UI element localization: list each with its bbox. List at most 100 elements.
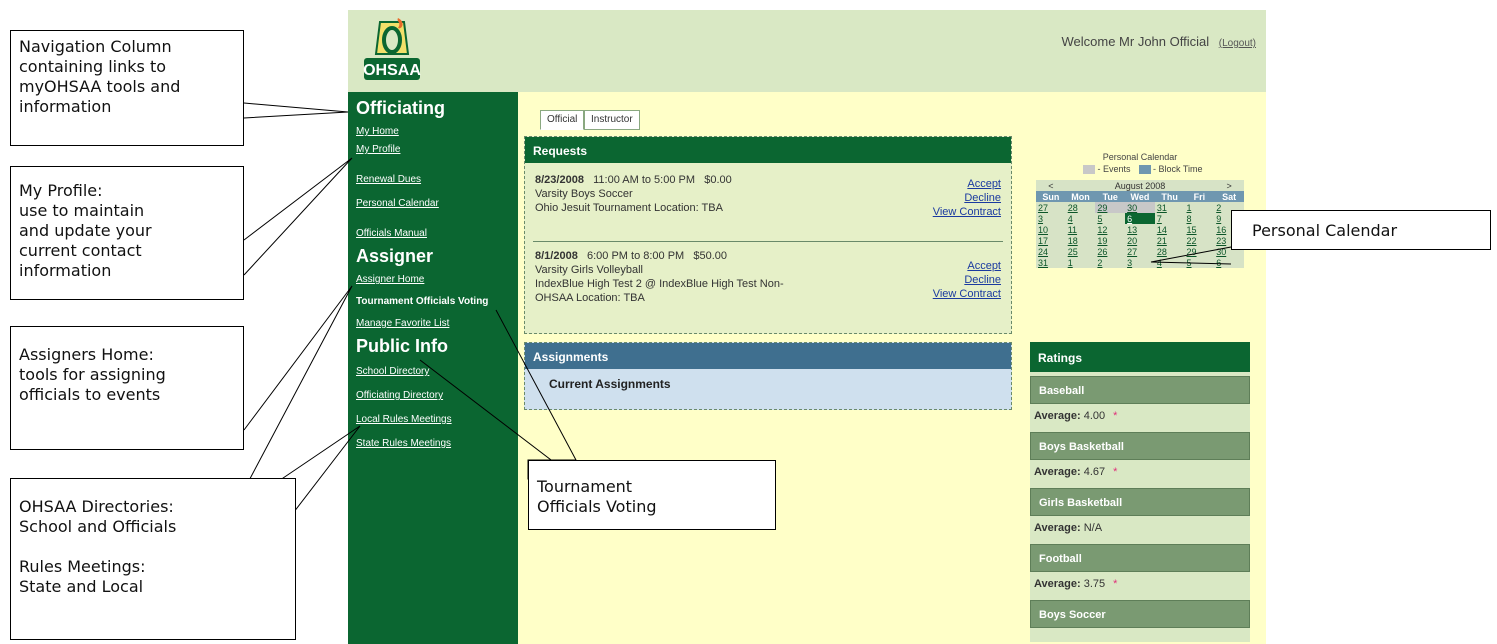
rating-sport-header: Girls Basketball [1030,488,1250,516]
calendar-day[interactable]: 25 [1066,246,1096,257]
legend-block-swatch [1139,165,1151,175]
calendar-day-event[interactable]: 30 [1125,202,1155,213]
callout-directories: OHSAA Directories: School and Officials … [10,478,296,640]
calendar-day[interactable]: 11 [1066,224,1096,235]
calendar-day[interactable]: 1 [1185,202,1215,213]
request-divider [533,241,1003,242]
calendar-day[interactable]: 12 [1095,224,1125,235]
callout-line: My Profile: [19,181,103,200]
calendar-day[interactable]: 24 [1036,246,1066,257]
calendar-day[interactable]: 31 [1155,202,1185,213]
accept-link[interactable]: Accept [933,177,1001,191]
calendar-day[interactable]: 4 [1155,257,1185,268]
callout-line: Assigners Home: [19,345,154,364]
calendar-day[interactable]: 5 [1185,257,1215,268]
calendar-weekdays: Sun Mon Tue Wed Thu Fri Sat [1036,191,1244,202]
calendar-day[interactable]: 13 [1125,224,1155,235]
tab-instructor[interactable]: Instructor [584,110,640,130]
calendar-day[interactable]: 4 [1066,213,1096,224]
calendar-day[interactable]: 21 [1155,235,1185,246]
nav-state-rules-meetings[interactable]: State Rules Meetings [356,438,451,449]
calendar-day[interactable]: 1 [1066,257,1096,268]
calendar-day[interactable]: 10 [1036,224,1066,235]
nav-tournament-officials-voting[interactable]: Tournament Officials Voting [356,296,488,307]
calendar-day[interactable]: 17 [1036,235,1066,246]
calendar-day[interactable]: 31 [1036,257,1066,268]
request-time: 11:00 AM to 5:00 PM [593,174,696,186]
callout-line: myOHSAA tools and [19,77,181,96]
calendar-day[interactable]: 3 [1036,213,1066,224]
calendar-day[interactable]: 14 [1155,224,1185,235]
calendar-day[interactable]: 19 [1095,235,1125,246]
assignments-panel: Assignments Current Assignments [524,342,1012,410]
nav-personal-calendar[interactable]: Personal Calendar [356,198,439,209]
calendar-day[interactable]: 18 [1066,235,1096,246]
calendar-day[interactable]: 15 [1185,224,1215,235]
calendar-nav-row: < August 2008 > [1036,180,1244,191]
calendar-day[interactable]: 26 [1095,246,1125,257]
calendar-day[interactable]: 6 [1214,257,1244,268]
nav-my-home[interactable]: My Home [356,126,399,137]
calendar-day[interactable]: 28 [1155,246,1185,257]
request-fee: $0.00 [704,174,732,186]
calendar-day[interactable]: 2 [1095,257,1125,268]
calendar-day-today[interactable]: 6 [1125,213,1155,224]
nav-my-profile[interactable]: My Profile [356,144,400,155]
nav-manage-favorite-list[interactable]: Manage Favorite List [356,318,449,329]
view-contract-link[interactable]: View Contract [933,205,1001,219]
decline-link[interactable]: Decline [933,191,1001,205]
requests-panel: Requests 8/23/2008 11:00 AM to 5:00 PM $… [524,136,1012,334]
calendar-day[interactable]: 20 [1125,235,1155,246]
ohsaa-logo[interactable]: OHSAA [362,14,422,88]
rating-sport-header: Football [1030,544,1250,572]
legend-events-swatch [1083,165,1096,175]
callout-line: Personal Calendar [1252,221,1398,240]
calendar-day[interactable]: 8 [1185,213,1215,224]
nav-renewal-dues[interactable]: Renewal Dues [356,174,421,185]
rating-star-marker: * [1113,466,1118,478]
calendar-day[interactable]: 5 [1095,213,1125,224]
calendar-day[interactable]: 3 [1125,257,1155,268]
next-month-button[interactable]: > [1214,180,1244,191]
calendar-week: 10 11 12 13 14 15 16 [1036,224,1244,235]
average-value: N/A [1083,522,1103,534]
calendar-week: 24 25 26 27 28 29 30 [1036,246,1244,257]
calendar-day[interactable]: 7 [1155,213,1185,224]
callout-tournament-voting: Tournament Officials Voting [528,460,776,530]
calendar-day[interactable]: 27 [1036,202,1066,213]
nav-school-directory[interactable]: School Directory [356,366,429,377]
calendar-day[interactable]: 29 [1185,246,1215,257]
accept-link[interactable]: Accept [933,259,1001,273]
logout-link[interactable]: (Logout) [1219,38,1256,49]
nav-officials-manual[interactable]: Officials Manual [356,228,427,239]
weekday-label: Thu [1154,191,1185,202]
rating-sport-header: Boys Soccer [1030,600,1250,628]
rating-average: Average: 3.75 * [1030,572,1250,596]
weekday-label: Sat [1214,191,1244,202]
weekday-label: Fri [1184,191,1215,202]
view-contract-link[interactable]: View Contract [933,287,1001,301]
calendar-day-event[interactable]: 29 [1095,202,1126,213]
welcome-area: Welcome Mr John Official (Logout) [1062,34,1257,49]
callout-line: information [19,97,112,116]
callout-line: officials to events [19,385,161,404]
weekday-label: Tue [1095,191,1126,202]
prev-month-button[interactable]: < [1036,180,1066,191]
request-date: 8/1/2008 [535,250,578,262]
nav-assigner-home[interactable]: Assigner Home [356,274,424,285]
calendar-day[interactable]: 22 [1185,235,1215,246]
calendar-grid: < August 2008 > Sun Mon Tue Wed Thu Fri … [1036,180,1244,268]
callout-line: and update your [19,221,152,240]
calendar-day[interactable]: 27 [1125,246,1155,257]
logo-text: OHSAA [363,62,421,79]
decline-link[interactable]: Decline [933,273,1001,287]
current-assignments-row[interactable]: Current Assignments [525,369,1011,399]
request-time: 6:00 PM to 8:00 PM [587,250,685,262]
nav-officiating-directory[interactable]: Officiating Directory [356,390,443,401]
calendar-week: 17 18 19 20 21 22 23 [1036,235,1244,246]
tab-official[interactable]: Official [540,110,585,130]
welcome-text: Welcome Mr John Official [1061,34,1210,49]
nav-local-rules-meetings[interactable]: Local Rules Meetings [356,414,452,425]
calendar-day[interactable]: 28 [1066,202,1096,213]
request-actions: Accept Decline View Contract [933,259,1001,301]
